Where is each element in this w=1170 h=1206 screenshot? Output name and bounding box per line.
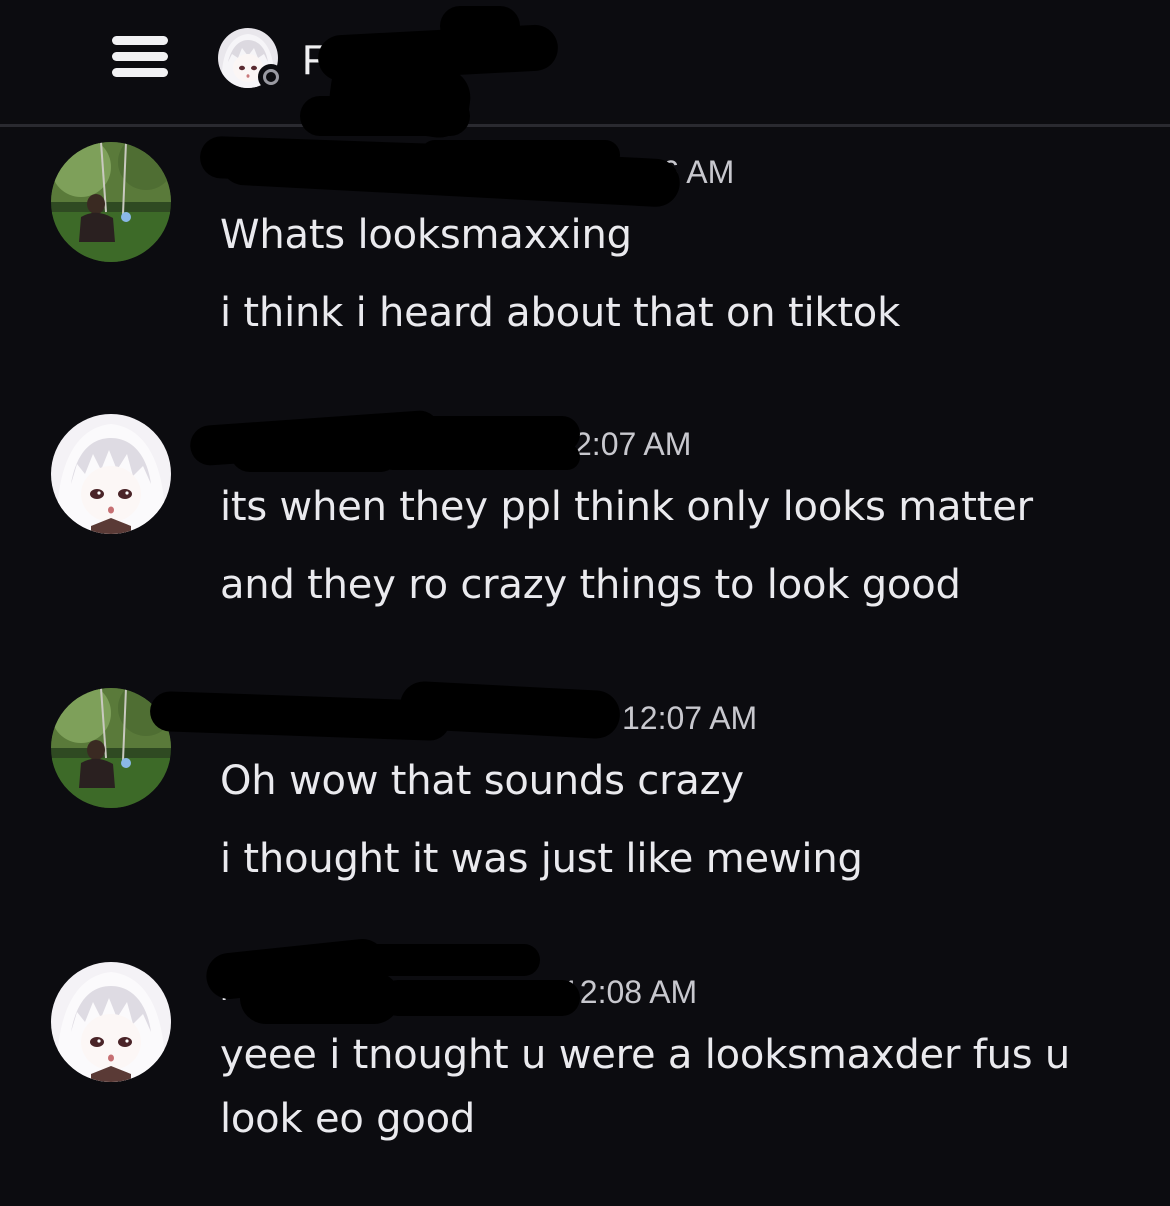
message-text: and they ro crazy things to look good [220,562,961,608]
message-text: i think i heard about that on tiktok [220,290,901,336]
user-avatar[interactable] [51,414,171,534]
anime-avatar-icon [51,414,171,534]
anime-avatar-icon [51,962,171,1082]
header-avatar[interactable] [218,28,284,90]
message-text: Whats looksmaxxing [220,212,632,258]
hamburger-menu-icon[interactable] [112,36,168,78]
message-text: its when they ppl think only looks matte… [220,484,1033,530]
user-avatar[interactable] [51,962,171,1082]
message-timestamp: 12:07 AM [622,700,758,736]
message-timestamp: 2:07 AM [574,426,692,462]
message-text: Oh wow that sounds crazy [220,758,744,804]
offline-status-icon [258,64,284,90]
photo-avatar-icon [51,142,171,262]
message-timestamp: 12:08 AM [562,974,698,1010]
message-text: i thought it was just like mewing [220,836,863,882]
chat-header: F [0,0,1170,127]
message-text: look eo good [220,1096,476,1142]
user-avatar[interactable] [51,142,171,262]
message-text: yeee i tnought u were a looksmaxder fus … [220,1032,1071,1078]
